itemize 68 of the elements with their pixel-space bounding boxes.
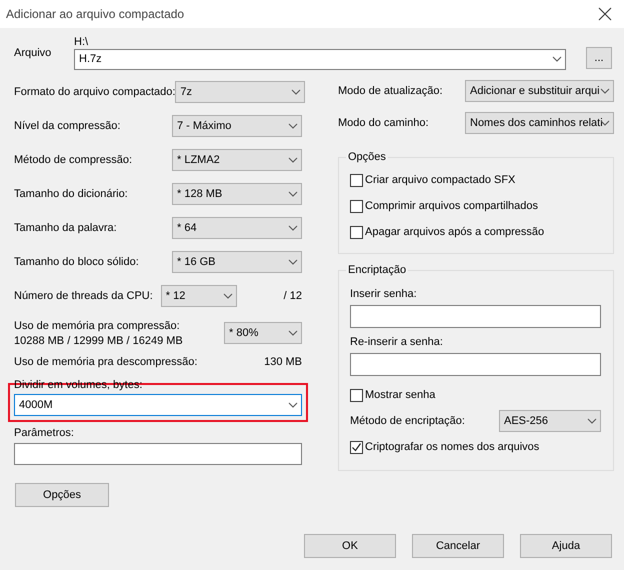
checkbox[interactable] (350, 440, 363, 454)
help-button[interactable]: Ajuda (520, 534, 612, 558)
checkbox[interactable] (350, 226, 363, 238)
password-field[interactable] (350, 353, 601, 376)
chevron-down-icon (600, 88, 610, 94)
chevron-down-icon (288, 402, 298, 408)
field-label: Método de encriptação: (350, 415, 465, 427)
field-label: Tamanho do dicionário: (14, 188, 128, 200)
field-label: Tamanho da palavra: (14, 222, 117, 234)
options-button[interactable]: Opções (15, 483, 109, 507)
chevron-down-icon (288, 259, 298, 265)
chevron-down-icon (552, 56, 562, 62)
checkbox-label[interactable]: Comprimir arquivos compartilhados (365, 200, 538, 212)
checkbox-label[interactable]: Apagar arquivos após a compressão (365, 226, 544, 238)
dropdown[interactable]: * 64 (172, 217, 302, 239)
checkbox[interactable] (350, 174, 363, 186)
field-label: Tamanho do bloco sólido: (14, 256, 139, 268)
dropdown[interactable]: * 16 GB (172, 251, 302, 273)
chevron-down-icon (288, 225, 298, 231)
chevron-down-icon (288, 123, 298, 129)
dropdown[interactable]: * 80% (224, 322, 302, 344)
parameters-field[interactable] (14, 443, 302, 465)
checkbox[interactable] (350, 388, 363, 402)
dropdown[interactable]: * LZMA2 (172, 149, 302, 171)
path-label: H:\ (74, 36, 90, 48)
chevron-down-icon (222, 293, 233, 299)
checkbox-label[interactable]: Mostrar senha (365, 389, 436, 401)
field-label: Modo de atualização: (338, 85, 443, 97)
volume-size-field[interactable]: 4000M (14, 394, 302, 416)
dropdown[interactable]: Adicionar e substituir arqui (465, 80, 614, 102)
field-label: Uso de memória pra descompressão: (14, 356, 198, 368)
chevron-down-icon (587, 418, 597, 424)
dropdown[interactable]: * 12 (160, 285, 237, 307)
field-label: Número de threads da CPU: (14, 290, 153, 302)
field-label: Arquivo (14, 47, 52, 59)
field-label: Formato do arquivo compactado: (14, 86, 176, 98)
browse-button[interactable]: ... (586, 47, 612, 70)
memory-value: 130 MB (264, 356, 302, 368)
field-label: Parâmetros: (14, 427, 75, 439)
cancel-button[interactable]: Cancelar (412, 534, 504, 558)
chevron-down-icon (291, 89, 302, 95)
window-title: Adicionar ao arquivo compactado (6, 7, 184, 21)
checkbox-label[interactable]: Criar arquivo compactado SFX (365, 174, 516, 186)
dropdown[interactable]: 7 - Máximo (172, 115, 302, 137)
checkbox-label[interactable]: Criptografar os nomes dos arquivos (365, 441, 540, 453)
chevron-down-icon (600, 120, 610, 126)
checkbox[interactable] (350, 200, 363, 212)
close-icon[interactable] (598, 7, 612, 21)
chevron-down-icon (288, 157, 298, 163)
thread-count: / 12 (284, 290, 302, 302)
archive-name-field[interactable]: H.7z (74, 48, 566, 70)
dropdown[interactable]: 7z (175, 81, 306, 103)
group-title: Opções (347, 151, 387, 163)
dropdown[interactable]: Nomes dos caminhos relati (465, 112, 614, 134)
field-label: Método de compressão: (14, 154, 132, 166)
field-label: Uso de memória pra compressão: (14, 320, 181, 332)
memory-usage: 10288 MB / 12999 MB / 16249 MB (14, 334, 183, 346)
group-title: Encriptação (347, 264, 408, 276)
dropdown[interactable]: * 128 MB (172, 183, 302, 205)
password-field[interactable] (350, 305, 601, 328)
chevron-down-icon (288, 191, 298, 197)
field-label: Nível da compressão: (14, 120, 120, 132)
field-label: Modo do caminho: (338, 117, 428, 129)
dropdown[interactable]: AES-256 (499, 410, 601, 432)
field-label: Re-inserir a senha: (350, 336, 444, 348)
ok-button[interactable]: OK (304, 534, 396, 558)
chevron-down-icon (288, 330, 298, 336)
field-label: Inserir senha: (350, 288, 418, 300)
